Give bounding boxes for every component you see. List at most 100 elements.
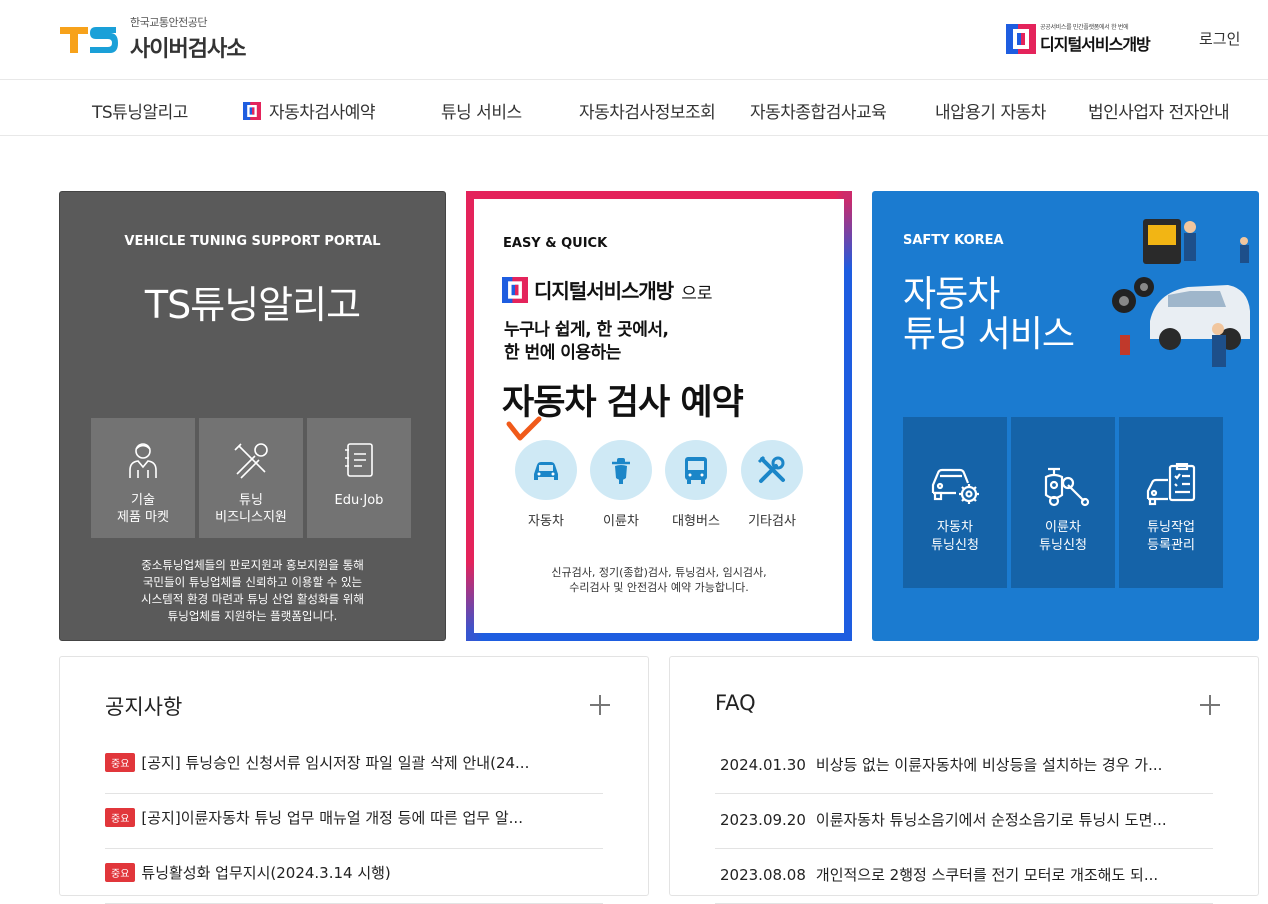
digital-service-logo: 디지털서비스개방 으로 bbox=[502, 275, 712, 304]
digital-name: 디지털서비스개방 bbox=[1040, 35, 1151, 54]
important-badge: 중요 bbox=[105, 753, 136, 772]
main-nav: TS튜닝알리고 자동차검사예약 튜닝 서비스 자동차검사정보조회 자동차종합검사… bbox=[0, 80, 1268, 136]
faq-panel: FAQ 2024.01.30 비상등 없는 이륜자동차에 비상등을 설치하는 경우… bbox=[669, 656, 1259, 904]
wrench-icon bbox=[757, 455, 785, 483]
faq-question: 이륜자동차 튜닝소음기에서 순정소음기로 튜닝시 도면... bbox=[815, 811, 1167, 829]
tile-label-1: 튜닝작업 bbox=[1147, 520, 1195, 535]
nav-ts-tuning[interactable]: TS튜닝알리고 bbox=[92, 98, 188, 123]
tile-car-tuning-apply[interactable]: 자동차튜닝신청 bbox=[903, 417, 1007, 588]
tuning-portal-card[interactable]: VEHICLE TUNING SUPPORT PORTAL TS튜닝알리고 기술… bbox=[59, 191, 446, 641]
important-badge: 중요 bbox=[105, 863, 136, 882]
card-description: 중소튜닝업체들의 판로지원과 홍보지원을 통해 국민들이 튜닝업체를 신뢰하고 … bbox=[60, 557, 445, 625]
faq-row[interactable]: 2023.09.20 이륜자동차 튜닝소음기에서 순정소음기로 튜닝시 도면... bbox=[715, 794, 1213, 849]
faq-date: 2023.08.08 bbox=[720, 866, 806, 884]
tile-label-2: 튜닝신청 bbox=[931, 538, 979, 553]
tile-label-1: Edu·Job bbox=[334, 493, 384, 508]
notice-row[interactable]: 중요 튜닝활성화 업무지시(2024.3.14 시행) bbox=[105, 849, 603, 904]
tile-label-1: 튜닝 bbox=[239, 493, 263, 508]
login-link[interactable]: 로그인 bbox=[1199, 28, 1240, 49]
nav-corporate-notice[interactable]: 법인사업자 전자안내 bbox=[1088, 98, 1230, 123]
desc-line: 수리검사 및 안전검사 예약 가능합니다. bbox=[569, 581, 749, 594]
option-motorcycle[interactable] bbox=[590, 440, 652, 500]
tuning-service-card[interactable]: SAFTY KOREA 자동차 튜닝 서비스 자동차튜닝신청 이륜차튜닝신청 bbox=[872, 191, 1259, 641]
desc-line: 중소튜닝업체들의 판로지원과 홍보지원을 통해 bbox=[141, 558, 364, 572]
scooter-wrench-icon bbox=[1044, 467, 1090, 507]
car-checklist-icon bbox=[1146, 463, 1196, 506]
more-plus-icon[interactable] bbox=[590, 695, 610, 715]
option-other[interactable] bbox=[741, 440, 803, 500]
faq-date: 2023.09.20 bbox=[720, 811, 806, 829]
option-car[interactable] bbox=[515, 440, 577, 500]
digital-service-icon bbox=[502, 276, 528, 303]
bus-icon bbox=[685, 457, 707, 484]
tile-motorcycle-tuning-apply[interactable]: 이륜차튜닝신청 bbox=[1011, 417, 1115, 588]
tile-tuning-business[interactable]: 튜닝비즈니스지원 bbox=[199, 418, 303, 538]
tile-label-1: 이륜차 bbox=[1045, 520, 1081, 535]
panel-title: 공지사항 bbox=[105, 695, 183, 719]
org-name: 한국교통안전공단 bbox=[130, 16, 207, 29]
tile-label-1: 기술 bbox=[131, 493, 155, 508]
tile-tuning-work-management[interactable]: 튜닝작업등록관리 bbox=[1119, 417, 1223, 588]
card-tag: VEHICLE TUNING SUPPORT PORTAL bbox=[124, 234, 381, 249]
digital-name: 디지털서비스개방 bbox=[534, 279, 674, 303]
digital-tagline: 공공서비스를 민간플랫폼에서 한 번에 bbox=[1040, 24, 1129, 31]
tile-label-2: 튜닝신청 bbox=[1039, 538, 1087, 553]
booking-line-1: 누구나 쉽게, 한 곳에서, bbox=[504, 320, 669, 340]
booking-line-2: 한 번에 이용하는 bbox=[504, 343, 621, 363]
motorcycle-icon bbox=[612, 458, 630, 484]
more-plus-icon[interactable] bbox=[1200, 695, 1220, 715]
document-icon bbox=[345, 443, 373, 477]
important-badge: 중요 bbox=[105, 808, 136, 827]
tile-label-2: 등록관리 bbox=[1147, 538, 1195, 553]
card-title: TS튜닝알리고 bbox=[144, 283, 361, 327]
ts-logo-icon bbox=[60, 26, 118, 53]
digital-suffix: 으로 bbox=[681, 284, 713, 304]
tile-edu-job[interactable]: Edu·Job bbox=[307, 418, 411, 538]
option-bus[interactable] bbox=[665, 440, 727, 500]
desc-line: 튜닝업체를 지원하는 플랫폼입니다. bbox=[167, 609, 338, 623]
notice-title: [공지]이륜자동차 튜닝 업무 매뉴얼 개정 등에 따른 업무 알... bbox=[141, 809, 523, 827]
nav-inspection-info[interactable]: 자동차검사정보조회 bbox=[579, 98, 716, 123]
inspection-booking-card: EASY & QUICK 디지털서비스개방 으로 누구나 쉽게, 한 곳에서, … bbox=[466, 191, 852, 641]
faq-question: 개인적으로 2행정 스쿠터를 전기 모터로 개조해도 되... bbox=[815, 866, 1159, 884]
panel-title: FAQ bbox=[715, 691, 756, 715]
desc-line: 국민들이 튜닝업체를 신뢰하고 이용할 수 있는 bbox=[142, 575, 363, 589]
mechanics-illustration-icon bbox=[1112, 219, 1250, 367]
nav-inspection-education[interactable]: 자동차종합검사교육 bbox=[750, 98, 887, 123]
nav-label: 자동차검사예약 bbox=[269, 103, 375, 123]
digital-service-logo[interactable]: 공공서비스를 민간플랫폼에서 한 번에 디지털서비스개방 bbox=[1006, 22, 1151, 55]
car-icon bbox=[534, 462, 558, 480]
faq-date: 2024.01.30 bbox=[720, 756, 806, 774]
mechanic-icon bbox=[129, 443, 157, 478]
tile-label-2: 제품 마켓 bbox=[117, 510, 169, 525]
card-title: 자동차 튜닝 서비스 bbox=[903, 274, 1075, 355]
notice-row[interactable]: 중요 [공지] 튜닝승인 신청서류 임시저장 파일 일괄 삭제 안내(24... bbox=[105, 739, 603, 794]
digital-service-icon bbox=[243, 101, 261, 120]
desc-line: 시스템적 환경 마련과 튜닝 산업 활성화를 위해 bbox=[141, 592, 364, 606]
title-line: 자동차 bbox=[903, 274, 1000, 315]
tile-label-1: 자동차 bbox=[937, 520, 973, 535]
nav-tuning-service[interactable]: 튜닝 서비스 bbox=[441, 98, 522, 123]
site-name: 사이버검사소 bbox=[130, 37, 246, 62]
tools-icon bbox=[234, 443, 268, 479]
tile-tech-market[interactable]: 기술제품 마켓 bbox=[91, 418, 195, 538]
desc-line: 신규검사, 정기(종합)검사, 튜닝검사, 임시검사, bbox=[551, 566, 767, 579]
option-label: 기타검사 bbox=[748, 514, 796, 529]
booking-description: 신규검사, 정기(종합)검사, 튜닝검사, 임시검사, 수리검사 및 안전검사 … bbox=[466, 565, 852, 595]
faq-question: 비상등 없는 이륜자동차에 비상등을 설치하는 경우 가... bbox=[815, 756, 1163, 774]
card-tag: EASY & QUICK bbox=[503, 236, 608, 251]
notice-row[interactable]: 중요 [공지]이륜자동차 튜닝 업무 매뉴얼 개정 등에 따른 업무 알... bbox=[105, 794, 603, 849]
site-logo[interactable]: 한국교통안전공단 사이버검사소 bbox=[58, 14, 246, 63]
card-tag: SAFTY KOREA bbox=[903, 233, 1004, 248]
notice-title: 튜닝활성화 업무지시(2024.3.14 시행) bbox=[141, 864, 391, 882]
notice-panel: 공지사항 중요 [공지] 튜닝승인 신청서류 임시저장 파일 일괄 삭제 안내(2… bbox=[59, 656, 649, 904]
title-line: 튜닝 서비스 bbox=[903, 314, 1075, 355]
notice-title: [공지] 튜닝승인 신청서류 임시저장 파일 일괄 삭제 안내(24... bbox=[141, 754, 530, 772]
car-gear-icon bbox=[931, 468, 979, 504]
tile-label-2: 비즈니스지원 bbox=[215, 510, 287, 525]
nav-inspection-booking[interactable]: 자동차검사예약 bbox=[243, 98, 375, 123]
faq-row[interactable]: 2024.01.30 비상등 없는 이륜자동차에 비상등을 설치하는 경우 가..… bbox=[715, 739, 1213, 794]
nav-pressure-vessel[interactable]: 내압용기 자동차 bbox=[935, 98, 1046, 123]
faq-row[interactable]: 2023.08.08 개인적으로 2행정 스쿠터를 전기 모터로 개조해도 되..… bbox=[715, 849, 1213, 904]
digital-service-icon bbox=[1006, 23, 1036, 54]
